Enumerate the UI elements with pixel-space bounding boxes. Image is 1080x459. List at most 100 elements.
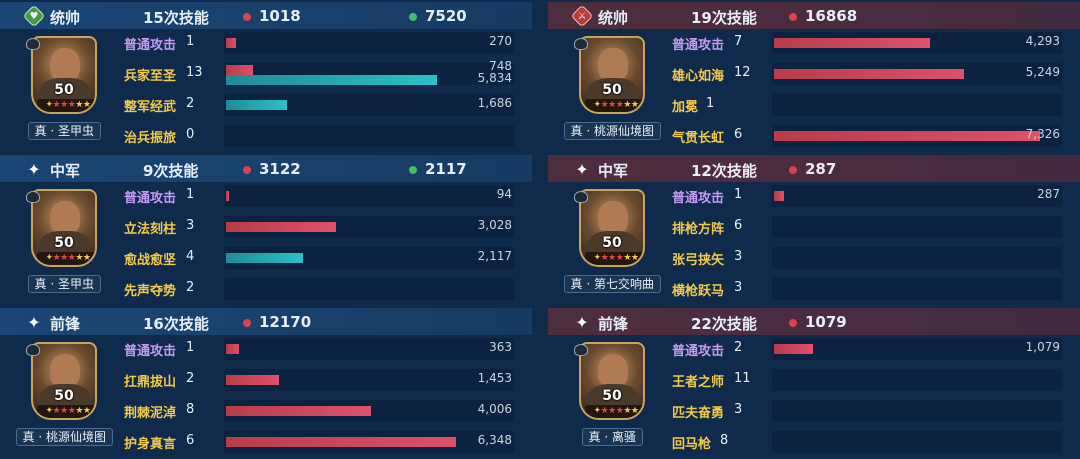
helmet-badge-icon [574, 344, 588, 356]
skill-row: 气贯长虹 6 7,326 [672, 123, 1072, 149]
skill-name[interactable]: 普通攻击 [672, 340, 724, 359]
general-name-tag[interactable]: 真 · 桃源仙境图 [563, 122, 661, 140]
skill-row: 荆棘泥淖 8 4,006 [124, 398, 524, 424]
skill-times: 3 [734, 280, 743, 295]
role-name: 中军 [598, 162, 629, 180]
damage-dot-icon [789, 319, 797, 327]
general-portrait[interactable]: 50 ✦★★★★★ [26, 36, 100, 116]
skill-name[interactable]: 先声夺势 [124, 280, 176, 299]
skill-name[interactable]: 排枪方阵 [672, 218, 724, 237]
skill-name[interactable]: 普通攻击 [672, 187, 724, 206]
right-panel-中军: ✦ 中军 12次技能 287 50 ✦★★★★★ 真 · 第七交响曲 普通攻击 1 287 排枪方阵… [548, 153, 1080, 306]
skill-name[interactable]: 扛鼎拔山 [124, 371, 176, 390]
skill-name[interactable]: 气贯长虹 [672, 127, 724, 146]
skill-value: 363 [489, 340, 512, 354]
skill-times: 3 [734, 249, 743, 264]
skill-value: 3,028 [477, 218, 512, 232]
skill-name[interactable]: 张弓挟矢 [672, 249, 724, 268]
damage-bar [774, 131, 1040, 141]
skill-name[interactable]: 立法刻柱 [124, 218, 176, 237]
star-icon: ✦ [575, 312, 589, 332]
helmet-badge-icon [26, 344, 40, 356]
bar-track [224, 338, 514, 360]
general-level: 50 [54, 235, 74, 251]
general-portrait[interactable]: 50 ✦★★★★★ [574, 342, 648, 422]
damage-dot-icon [789, 166, 797, 174]
skill-name[interactable]: 护身真言 [124, 433, 176, 452]
skill-name[interactable]: 愈战愈坚 [124, 249, 176, 268]
skill-row: 横枪跃马 3 [672, 276, 1072, 302]
damage-bar [226, 437, 457, 447]
role-name: 前锋 [50, 315, 81, 333]
skill-name[interactable]: 整军经武 [124, 96, 176, 115]
skill-times: 2 [186, 280, 195, 295]
skill-times: 11 [734, 371, 751, 386]
damage-bar [226, 38, 236, 48]
skill-times: 7 [734, 34, 743, 49]
helmet-badge-icon [574, 38, 588, 50]
damage-bar [774, 191, 785, 201]
portrait-image: 50 ✦★★★★★ [31, 36, 97, 114]
skill-name[interactable]: 普通攻击 [124, 34, 176, 53]
skill-row: 普通攻击 1 270 [124, 30, 524, 56]
skill-times: 2 [186, 371, 195, 386]
skill-name[interactable]: 回马枪 [672, 433, 711, 452]
star-rating: ✦★★★★★ [37, 99, 95, 112]
left-team-panel: ♥ 统帅 15次技能 1018 7520 50 ✦★★★★★ 真 · 圣甲虫 普通攻击 1 270 兵… [0, 0, 532, 459]
skill-row: 整军经武 2 1,686 [124, 92, 524, 118]
panel-header: ⚔ 统帅 19次技能 16868 [548, 2, 1080, 29]
general-name-tag[interactable]: 真 · 第七交响曲 [563, 275, 661, 293]
general-portrait[interactable]: 50 ✦★★★★★ [574, 189, 648, 269]
skill-name[interactable]: 荆棘泥淖 [124, 402, 176, 421]
skill-row: 普通攻击 1 287 [672, 183, 1072, 209]
skill-name[interactable]: 加冕 [672, 96, 698, 115]
skill-name[interactable]: 王者之师 [672, 371, 724, 390]
damage-bar [226, 375, 279, 385]
skill-name[interactable]: 匹夫奋勇 [672, 402, 724, 421]
skill-name[interactable]: 普通攻击 [124, 187, 176, 206]
star-icon: ✦ [575, 159, 589, 179]
skill-row: 扛鼎拔山 2 1,453 [124, 367, 524, 393]
damage-total: 287 [805, 160, 837, 178]
bar-track [224, 185, 514, 207]
skill-heal-value: 5,834 [477, 71, 512, 85]
skill-times: 4 [186, 249, 195, 264]
leader-sword-icon: ⚔ [570, 4, 594, 28]
star-icon: ✦ [27, 312, 41, 332]
skill-name[interactable]: 普通攻击 [124, 340, 176, 359]
skill-value: 1,453 [477, 371, 512, 385]
skill-name[interactable]: 治兵振旅 [124, 127, 176, 146]
general-portrait[interactable]: 50 ✦★★★★★ [574, 36, 648, 116]
general-name-tag[interactable]: 真 · 圣甲虫 [27, 122, 101, 140]
damage-dot-icon [243, 166, 251, 174]
skill-value: 6,348 [477, 433, 512, 447]
skill-row: 匹夫奋勇 3 [672, 398, 1072, 424]
skill-times: 3 [734, 402, 743, 417]
panel-header: ♥ 统帅 15次技能 1018 7520 [0, 2, 532, 29]
general-portrait[interactable]: 50 ✦★★★★★ [26, 342, 100, 422]
skill-name[interactable]: 雄心如海 [672, 65, 724, 84]
damage-total: 12170 [259, 313, 312, 331]
damage-dot-icon [243, 13, 251, 21]
general-name-tag[interactable]: 真 · 离骚 [581, 428, 643, 446]
heal-bar [226, 100, 288, 110]
skill-times: 1 [706, 96, 715, 111]
skill-row: 护身真言 6 6,348 [124, 429, 524, 455]
damage-bar [774, 38, 930, 48]
leader-heart-icon: ♥ [22, 4, 46, 28]
skill-row: 普通攻击 7 4,293 [672, 30, 1072, 56]
skill-value: 4,006 [477, 402, 512, 416]
role-name: 统帅 [598, 9, 629, 27]
general-name-tag[interactable]: 真 · 桃源仙境图 [15, 428, 113, 446]
skill-value: 4,293 [1025, 34, 1060, 48]
skill-name[interactable]: 兵家至圣 [124, 65, 176, 84]
general-portrait[interactable]: 50 ✦★★★★★ [26, 189, 100, 269]
damage-bar [226, 344, 240, 354]
heal-bar [226, 75, 438, 85]
bar-track [772, 216, 1062, 238]
skill-name[interactable]: 横枪跃马 [672, 280, 724, 299]
damage-bar [226, 222, 336, 232]
skill-name[interactable]: 普通攻击 [672, 34, 724, 53]
general-name-tag[interactable]: 真 · 圣甲虫 [27, 275, 101, 293]
left-panel-前锋: ✦ 前锋 16次技能 12170 50 ✦★★★★★ 真 · 桃源仙境图 普通攻击 1 363 扛鼎… [0, 306, 532, 459]
